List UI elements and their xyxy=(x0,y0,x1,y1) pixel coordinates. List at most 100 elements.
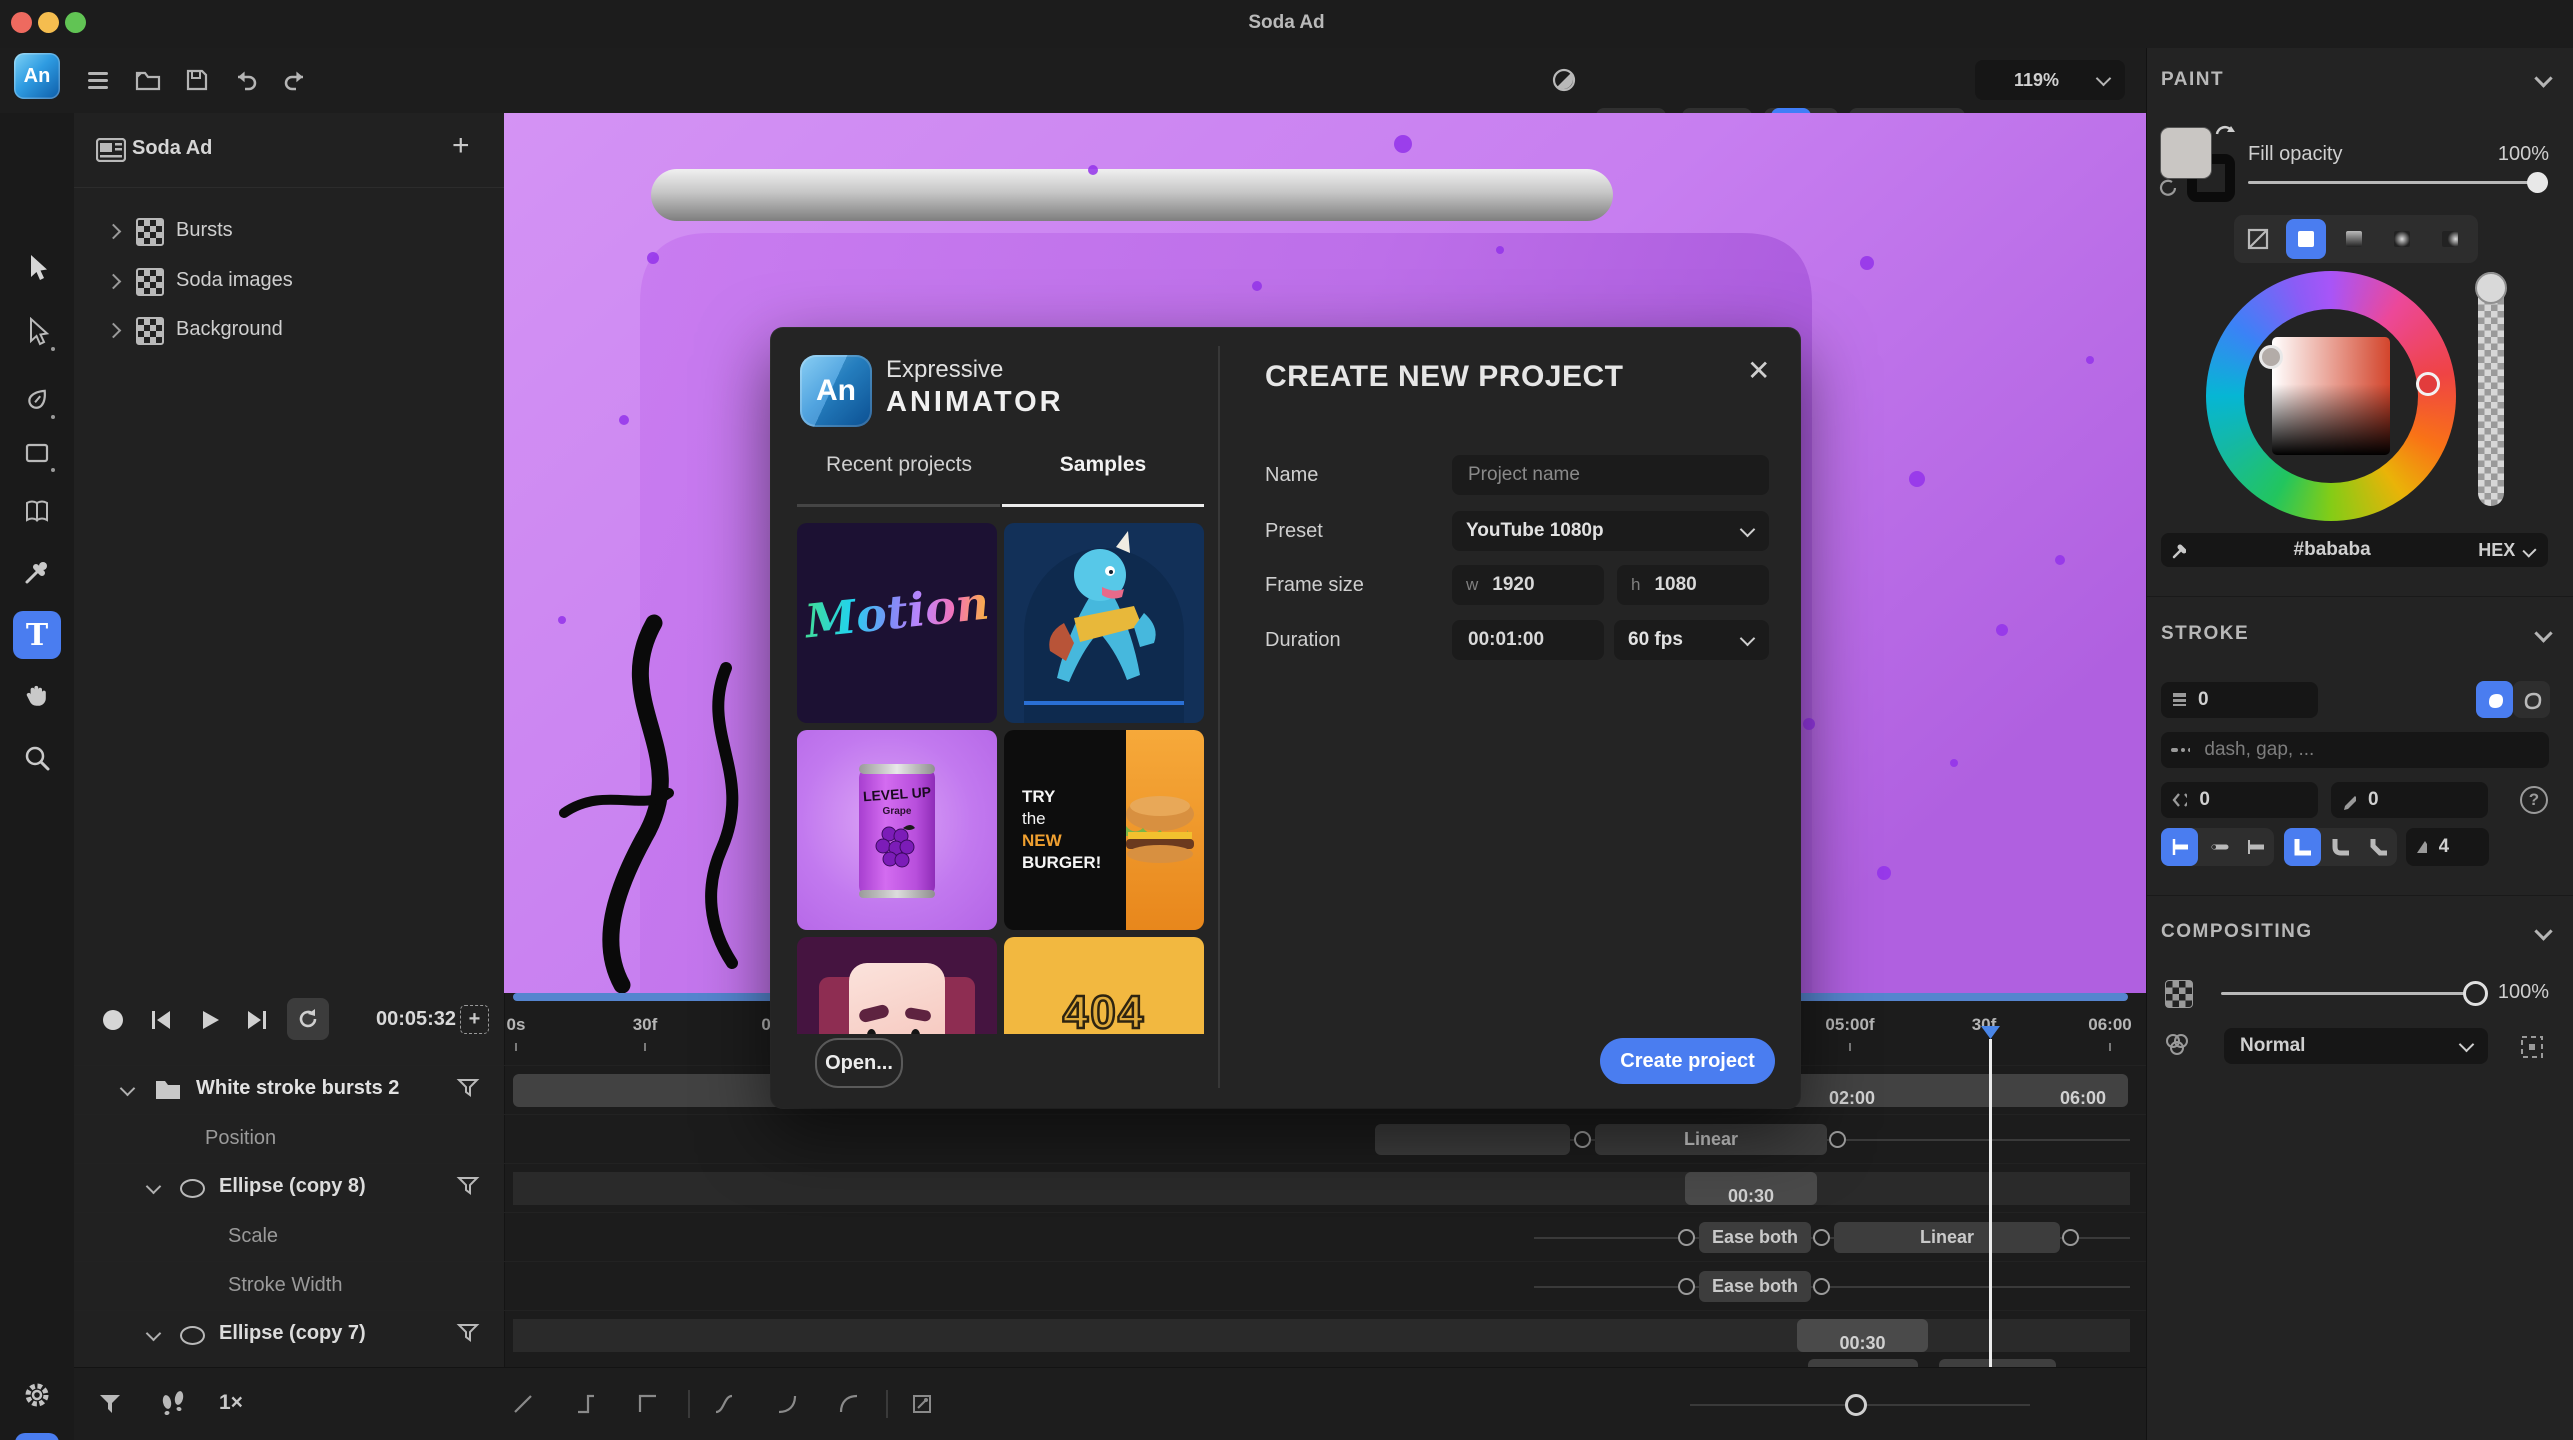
keyframe-icon[interactable] xyxy=(1678,1229,1695,1246)
clip-bar[interactable]: 00:30 xyxy=(1685,1172,1817,1205)
easing-hold-start-icon[interactable] xyxy=(636,1392,660,1416)
tab-samples[interactable]: Samples xyxy=(1001,453,1205,477)
alpha-slider[interactable] xyxy=(2478,272,2504,506)
sample-thumb-404[interactable]: 404 xyxy=(1004,937,1204,1034)
collapse-row-chevron-icon[interactable] xyxy=(146,1179,162,1195)
easing-ease-in-icon[interactable] xyxy=(775,1392,799,1416)
fps-dropdown[interactable]: 60 fps xyxy=(1614,620,1769,660)
sample-thumb-motion[interactable]: Motion xyxy=(797,523,997,723)
easing-linear-icon[interactable] xyxy=(511,1392,535,1416)
paint-linear-gradient-button[interactable] xyxy=(2334,219,2374,259)
stroke-width-input[interactable] xyxy=(2196,688,2318,712)
filter-funnel-icon[interactable] xyxy=(97,1392,123,1416)
eyedropper-tool[interactable] xyxy=(13,548,61,596)
duration-field[interactable] xyxy=(1452,620,1604,660)
keyframe-icon[interactable] xyxy=(1813,1229,1830,1246)
saturation-square[interactable] xyxy=(2272,337,2390,455)
paint-order-fill-first-button[interactable] xyxy=(2476,681,2513,718)
timeline-zoom-handle[interactable] xyxy=(1845,1394,1867,1416)
reset-colors-icon[interactable] xyxy=(2157,176,2179,198)
playhead-line[interactable] xyxy=(1989,1039,1992,1367)
fill-color-swatch[interactable] xyxy=(2161,128,2211,178)
create-project-button[interactable]: Create project xyxy=(1600,1038,1775,1084)
playhead-marker[interactable] xyxy=(1980,1025,2001,1040)
text-tool[interactable]: T xyxy=(13,611,61,659)
alpha-slider-handle[interactable] xyxy=(2475,272,2507,304)
layer-name[interactable]: Ellipse (copy 7) xyxy=(219,1322,366,1345)
easing-ease-out-icon[interactable] xyxy=(837,1392,861,1416)
keyframe-icon[interactable] xyxy=(1574,1131,1591,1148)
dash-offset-field[interactable] xyxy=(2161,782,2318,818)
skip-start-button[interactable] xyxy=(149,1008,173,1032)
keyframe-icon[interactable] xyxy=(1813,1278,1830,1295)
hand-tool[interactable] xyxy=(13,673,61,721)
tween-segment[interactable]: Ease both xyxy=(1699,1222,1811,1253)
miter-limit-field[interactable] xyxy=(2406,828,2489,866)
add-keyframe-button[interactable]: + xyxy=(460,1005,489,1034)
frame-width-field[interactable]: w xyxy=(1452,565,1604,605)
keyframe-icon[interactable] xyxy=(2062,1229,2079,1246)
playback-speed-label[interactable]: 1× xyxy=(219,1391,243,1415)
frame-height-field[interactable]: h xyxy=(1617,565,1769,605)
redo-button[interactable] xyxy=(280,65,310,95)
zoom-level-dropdown[interactable]: 119% xyxy=(1975,60,2125,100)
hex-value-input[interactable] xyxy=(2186,538,2478,562)
collapse-row-chevron-icon[interactable] xyxy=(146,1326,162,1342)
property-name[interactable]: Stroke Width xyxy=(228,1274,342,1297)
layer-row-ellipse8[interactable]: Ellipse (copy 8) 00:30 xyxy=(74,1163,2146,1213)
isolate-icon[interactable] xyxy=(2519,1034,2545,1060)
layers-panel-button[interactable] xyxy=(15,1433,59,1440)
stroke-help-icon[interactable]: ? xyxy=(2520,786,2548,814)
property-row-stroke-width[interactable]: Stroke Width Ease both xyxy=(74,1261,2146,1311)
collapse-row-chevron-icon[interactable] xyxy=(120,1081,136,1097)
skip-end-button[interactable] xyxy=(245,1008,269,1032)
dash-pattern-input[interactable] xyxy=(2202,738,2549,762)
fill-opacity-slider-handle[interactable] xyxy=(2527,172,2548,193)
record-button[interactable] xyxy=(101,1008,125,1032)
tree-item-bursts[interactable]: Bursts xyxy=(74,207,504,257)
property-row-position[interactable]: Position Linear xyxy=(74,1114,2146,1164)
keyframe-icon[interactable] xyxy=(1829,1131,1846,1148)
layer-name[interactable]: Ellipse (copy 8) xyxy=(219,1175,366,1198)
cap-square-button[interactable] xyxy=(2237,828,2274,866)
fill-opacity-slider[interactable] xyxy=(2248,181,2548,184)
paint-order-stroke-first-button[interactable] xyxy=(2513,681,2550,718)
tab-recent-projects[interactable]: Recent projects xyxy=(797,453,1001,477)
rectangle-tool[interactable] xyxy=(13,429,61,477)
tree-item-background[interactable]: Background xyxy=(74,306,504,356)
easing-ease-both-icon[interactable] xyxy=(712,1392,736,1416)
sample-thumb-burger[interactable]: TRY the NEW BURGER! xyxy=(1004,730,1204,930)
saturation-selector-handle[interactable] xyxy=(2259,345,2283,369)
close-dialog-icon[interactable]: ✕ xyxy=(1747,354,1770,387)
play-button[interactable] xyxy=(198,1008,222,1032)
tween-segment[interactable]: Linear xyxy=(1834,1222,2060,1253)
frame-width-input[interactable] xyxy=(1490,573,1604,597)
row-filter-icon[interactable] xyxy=(456,1078,480,1098)
footprints-icon[interactable] xyxy=(159,1388,187,1420)
select-tool[interactable] xyxy=(13,244,61,292)
direct-select-tool[interactable] xyxy=(13,308,61,356)
tween-segment[interactable] xyxy=(1375,1124,1570,1155)
hue-selector-handle[interactable] xyxy=(2416,372,2440,396)
property-name[interactable]: Scale xyxy=(228,1225,278,1248)
open-project-button[interactable]: Open... xyxy=(815,1038,903,1088)
eyedropper-icon[interactable] xyxy=(2171,540,2186,560)
tween-segment[interactable]: Linear xyxy=(1595,1124,1827,1155)
layer-row-ellipse7[interactable]: Ellipse (copy 7) 00:30 xyxy=(74,1310,2146,1360)
row-filter-icon[interactable] xyxy=(456,1323,480,1343)
library-tool[interactable] xyxy=(13,488,61,536)
row-filter-icon[interactable] xyxy=(456,1176,480,1196)
blend-mode-dropdown[interactable]: Normal xyxy=(2224,1028,2488,1064)
project-name-field[interactable] xyxy=(1452,455,1769,495)
stroke-collapse-chevron-icon[interactable] xyxy=(2534,624,2552,642)
tween-segment[interactable]: Ease both xyxy=(1699,1271,1811,1302)
save-button[interactable] xyxy=(182,65,212,95)
compositing-collapse-chevron-icon[interactable] xyxy=(2534,922,2552,940)
join-bevel-button[interactable] xyxy=(2360,828,2397,866)
add-scene-button[interactable]: + xyxy=(452,129,470,163)
duration-input[interactable] xyxy=(1466,628,1590,652)
property-name[interactable]: Position xyxy=(205,1127,276,1150)
layer-opacity-slider[interactable] xyxy=(2221,992,2471,995)
dash-offset-input[interactable] xyxy=(2197,788,2318,812)
paint-pattern-button[interactable] xyxy=(2430,219,2470,259)
